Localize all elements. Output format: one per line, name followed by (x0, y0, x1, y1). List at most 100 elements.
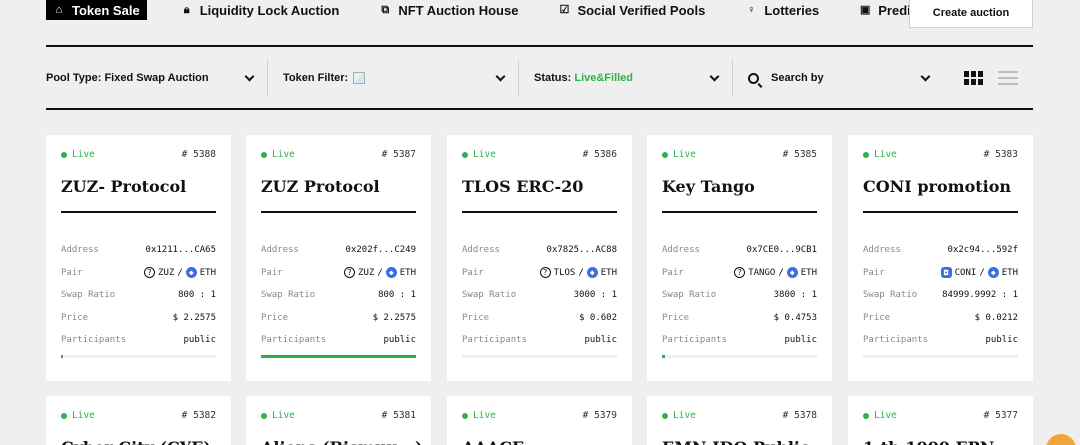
detail-row-participants: Participants public (863, 329, 1018, 352)
pool-card[interactable]: Live # 5377 1-th 1000 EPN (848, 396, 1033, 445)
pool-id: # 5385 (782, 149, 817, 160)
pool-id: # 5386 (582, 149, 617, 160)
detail-value: 0x7CE0...9CB1 (746, 245, 817, 256)
detail-row-price: Price $ 0.0212 (863, 307, 1018, 330)
detail-value: $ 0.4753 (773, 312, 817, 323)
detail-row-address: Address 0x2c94...592f (863, 239, 1018, 262)
pool-card[interactable]: Live # 5379 AAACE (447, 396, 632, 445)
nav-label: NFT Auction House (398, 2, 519, 18)
help-fab-button[interactable] (1046, 434, 1076, 445)
pool-title: ZUZ Protocol (261, 177, 380, 196)
pool-card[interactable]: Live # 5388 ZUZ- Protocol Address 0x1211...C… (46, 135, 231, 381)
create-auction-button[interactable]: Create auction (909, 0, 1033, 28)
detail-row-address: Address 0x202f...C249 (261, 239, 416, 262)
detail-row-address: Address 0x7825...AC88 (462, 239, 617, 262)
card-header: Live # 5387 (261, 149, 416, 160)
list-view-icon[interactable] (998, 71, 1018, 85)
nav-nft-auction-house[interactable]: ⧉ NFT Auction House (373, 0, 524, 20)
detail-label: Participants (261, 335, 327, 346)
grid-view-icon[interactable] (964, 71, 983, 85)
token-filter-select[interactable]: Token Filter: (267, 60, 518, 96)
nav-social-verified-pools[interactable]: ☑ Social Verified Pools (552, 0, 711, 20)
detail-label: Address (863, 245, 901, 256)
status-label: Live (272, 149, 295, 160)
status-label: Live (673, 149, 696, 160)
detail-value: ? TANGO / ◆ ETH (734, 267, 817, 279)
detail-label: Pair (261, 267, 283, 278)
card-header: Live # 5381 (261, 410, 416, 421)
unknown-token-icon: ? (344, 267, 356, 279)
detail-row-participants: Participants public (662, 329, 817, 352)
status-badge: Live (462, 149, 496, 160)
pool-card[interactable]: Live # 5378 EMN IDO Public (647, 396, 832, 445)
nav-liquidity-lock-auction[interactable]: 🔒︎ Liquidity Lock Auction (175, 0, 346, 20)
pool-title: Key Tango (662, 177, 755, 196)
pool-card[interactable]: Live # 5386 TLOS ERC-20 Address 0x7825...AC8… (447, 135, 632, 381)
progress-bar (61, 355, 216, 358)
pool-details: Address 0x7825...AC88 Pair? TLOS / ◆ ETH Swap R… (462, 239, 617, 352)
detail-row-pair: Pair? TLOS / ◆ ETH (462, 262, 617, 285)
chevron-down-icon (495, 71, 506, 81)
pool-card[interactable]: Live # 5385 Key Tango Address 0x7CE0...9CB1 P… (647, 135, 832, 381)
pool-card[interactable]: Live # 5383 CONI promotion Address 0x2c94...… (848, 135, 1033, 381)
detail-value: 84999.9992 : 1 (942, 290, 1018, 301)
pool-details: Address 0x7CE0...9CB1 Pair? TANGO / ◆ ETH Swap … (662, 239, 817, 352)
detail-row-pair: Pair ◘ CONI / ◆ ETH (863, 262, 1018, 285)
pool-title: TLOS ERC-20 (462, 177, 584, 196)
detail-value: $ 0.602 (579, 312, 617, 323)
status-badge: Live (261, 410, 295, 421)
pool-title: AAACE (462, 438, 524, 445)
status-dot-icon (662, 151, 668, 158)
pool-id: # 5378 (782, 410, 817, 421)
status-label: Live (72, 149, 95, 160)
token-filter-label: Token Filter: (283, 72, 366, 85)
pair-separator: / (177, 267, 183, 278)
card-header: Live # 5378 (662, 410, 817, 421)
title-divider (863, 211, 1018, 213)
status-dot-icon (261, 412, 267, 419)
detail-label: Swap Ratio (61, 290, 116, 301)
pool-card[interactable]: Live # 5382 Cyber City (CYE) (46, 396, 231, 445)
status-select[interactable]: Status: Live&Filled (518, 60, 732, 96)
search-field[interactable]: Search by (748, 72, 824, 84)
token-symbol: TLOS (553, 267, 576, 278)
token-symbol: ZUZ (158, 267, 175, 278)
status-dot-icon (61, 412, 67, 419)
status-badge: Live (61, 410, 95, 421)
pool-type-select[interactable]: Pool Type: Fixed Swap Auction (46, 60, 267, 96)
status-dot-icon (662, 412, 668, 419)
copy-icon: ⧉ (381, 3, 390, 16)
nav-label: Liquidity Lock Auction (199, 2, 340, 18)
search-select[interactable]: Search by (732, 60, 943, 96)
divider (46, 108, 1033, 110)
pool-type-label: Pool Type: Fixed Swap Auction (46, 72, 209, 84)
detail-row-ratio: Swap Ratio 800 : 1 (61, 284, 216, 307)
top-nav: ⌂ Token Sale 🔒︎ Liquidity Lock Auction ⧉… (46, 0, 983, 20)
pool-title: Cyber City (CYE) (61, 438, 211, 445)
status-dot-icon (863, 412, 869, 419)
detail-label: Pair (462, 267, 484, 278)
base-symbol: ETH (399, 267, 416, 278)
pool-id: # 5383 (983, 149, 1018, 160)
nav-label: Lotteries (764, 2, 820, 18)
chevron-down-icon (244, 71, 255, 81)
detail-value: $ 2.2575 (172, 312, 216, 323)
nav-token-sale[interactable]: ⌂ Token Sale (46, 0, 147, 20)
detail-row-price: Price $ 0.4753 (662, 307, 817, 330)
detail-value: public (383, 335, 416, 346)
pool-card[interactable]: Live # 5387 ZUZ Protocol Address 0x202f...C2… (246, 135, 431, 381)
pair-separator: / (377, 267, 383, 278)
detail-label: Price (662, 312, 690, 323)
nav-lotteries[interactable]: ♀ Lotteries (739, 0, 825, 20)
home-icon: ⌂ (55, 3, 63, 16)
pool-title: CONI promotion (863, 177, 1012, 196)
pool-title: 1-th 1000 EPN (863, 438, 994, 445)
pool-card[interactable]: Live # 5381 Aliens (Bismuu...) (246, 396, 431, 445)
detail-value: public (784, 335, 817, 346)
card-header: Live # 5382 (61, 410, 216, 421)
chevron-down-icon (709, 71, 720, 81)
detail-value: 0x2c94...592f (947, 245, 1018, 256)
status-filter-label: Status: Live&Filled (534, 72, 634, 84)
detail-value: 3000 : 1 (573, 290, 617, 301)
token-symbol: TANGO (748, 267, 776, 278)
